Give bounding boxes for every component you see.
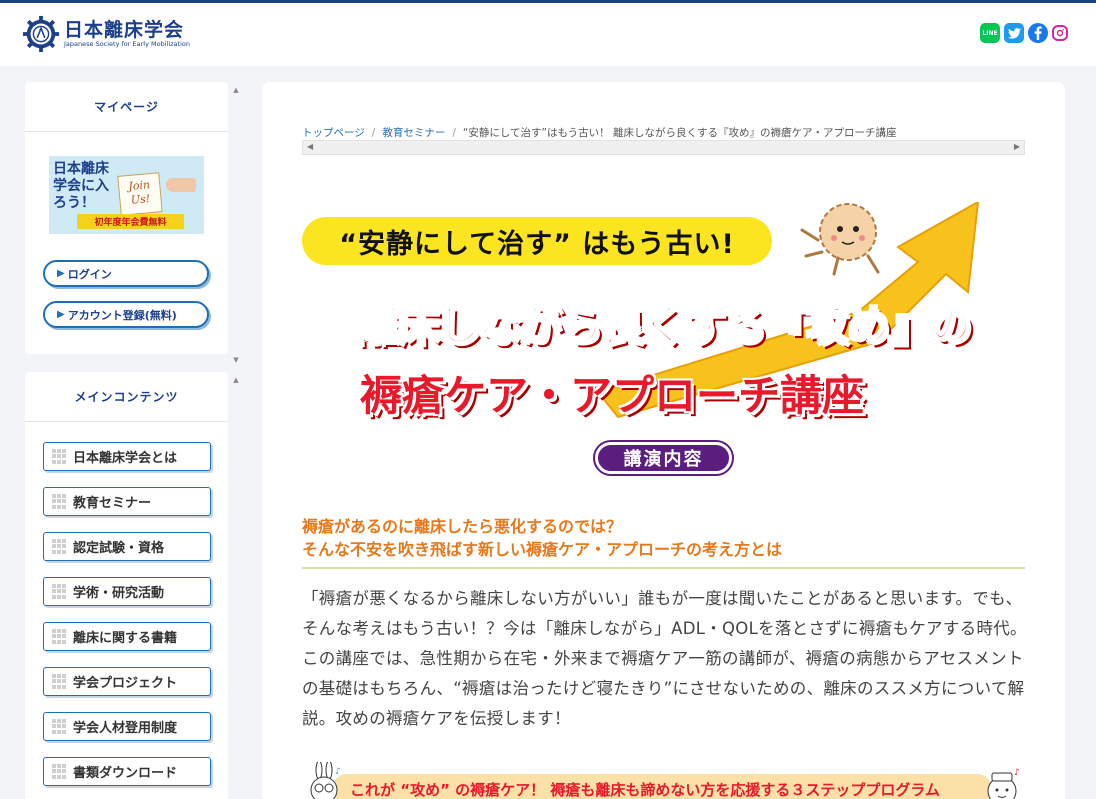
grid-icon — [52, 584, 67, 599]
nav-label: 日本離床学会とは — [73, 451, 178, 466]
grid-icon — [52, 629, 67, 644]
nurse-mascot-icon: ♪ — [987, 768, 1020, 799]
scroll-up-icon[interactable]: ▲ — [230, 376, 242, 384]
grid-icon — [52, 674, 67, 689]
nav-label: 学会人材登用制度 — [73, 721, 178, 736]
join-us-note: Join Us! — [117, 172, 163, 216]
hero-banner: “安静にして治す” はもう古い! 離床しながら良くする『攻め』の 褥瘡ケア・アプ… — [298, 202, 1028, 427]
social-links: LINE — [980, 23, 1068, 43]
nav-recruitment[interactable]: 学会人材登用制度 — [43, 712, 211, 741]
logo-title: 日本離床学会 — [64, 18, 185, 41]
nav-research[interactable]: 学術・研究活動 — [43, 577, 211, 606]
gear-logo-icon — [22, 15, 60, 53]
nav-books[interactable]: 離床に関する書籍 — [43, 622, 211, 651]
scroll-up-icon[interactable]: ▲ — [230, 86, 242, 94]
nav-label: 学会プロジェクト — [73, 676, 178, 691]
register-button[interactable]: ▶ アカウント登録(無料) — [43, 301, 209, 328]
play-triangle-icon: ▶ — [57, 268, 65, 279]
main-contents-title: メインコンテンツ — [25, 372, 228, 422]
lecture-description: 「褥瘡が悪くなるから離床しない方がいい」誰もが一度は聞いたことがあると思います。… — [302, 589, 1027, 728]
site-header: 日本離床学会 Japanese Society for Early Mobili… — [0, 3, 1096, 66]
program-banner[interactable]: ♪ これが “攻め” の褥瘡ケア！ 褥瘡も離床も諦めない方を応援する３ステッププ… — [302, 762, 1022, 799]
scroll-down-icon[interactable]: ▼ — [230, 356, 242, 364]
breadcrumb-separator: / — [371, 127, 376, 139]
svg-text:♪: ♪ — [1014, 768, 1020, 778]
mypage-card: マイページ 日本離床学会に入ろう！ Join Us! 初年度年会費無料 ▶ ログ… — [25, 82, 228, 354]
nav-projects[interactable]: 学会プロジェクト — [43, 667, 211, 696]
horizontal-scrollbar[interactable]: ◀ ▶ — [302, 140, 1025, 155]
instagram-icon[interactable] — [1052, 25, 1068, 41]
nav-label: 教育セミナー — [73, 496, 152, 511]
nav-seminar[interactable]: 教育セミナー — [43, 487, 211, 516]
login-button[interactable]: ▶ ログイン — [43, 260, 209, 287]
grid-icon — [52, 764, 67, 779]
breadcrumb-separator: / — [452, 127, 456, 139]
grid-icon — [52, 494, 67, 509]
breadcrumb-current: “安静にして治す”はもう古い！ 離床しながら良くする『攻め』の褥瘡ケア・アプロー… — [462, 127, 897, 139]
hero-title-line2: 褥瘡ケア・アプローチ講座 — [360, 371, 865, 420]
program-banner-text: これが “攻め” の褥瘡ケア！ 褥瘡も離床も諦めない方を応援する３ステッププログ… — [350, 781, 940, 799]
pointing-hand-icon — [166, 178, 196, 192]
nav-downloads[interactable]: 書類ダウンロード — [43, 757, 211, 786]
section-subheading: 褥瘡があるのに離床したら悪化するのでは？ そんな不安を吹き飛ばす新しい褥瘡ケア・… — [302, 515, 1025, 569]
article-card: トップページ / 教育セミナー / “安静にして治す”はもう古い！ 離床しながら良くする… — [262, 82, 1065, 799]
grid-icon — [52, 539, 67, 554]
play-triangle-icon: ▶ — [57, 309, 65, 320]
scroll-right-icon[interactable]: ▶ — [1014, 142, 1020, 151]
nav-label: 書類ダウンロード — [73, 766, 178, 781]
register-label: アカウント登録(無料) — [67, 308, 177, 322]
join-banner-text: 日本離床学会に入ろう！ — [53, 161, 109, 211]
rabbit-mascot-icon: ♪ — [310, 762, 341, 799]
join-banner[interactable]: 日本離床学会に入ろう！ Join Us! 初年度年会費無料 — [49, 156, 204, 234]
facebook-icon[interactable] — [1028, 23, 1048, 43]
nav-label: 離床に関する書籍 — [73, 631, 178, 646]
breadcrumb: トップページ / 教育セミナー / “安静にして治す”はもう古い！ 離床しながら良くする… — [302, 125, 896, 140]
login-label: ログイン — [67, 267, 112, 281]
hero-tagline: “安静にして治す” はもう古い! — [302, 217, 772, 265]
lecture-content-badge: 講演内容 — [593, 440, 734, 476]
twitter-icon[interactable] — [1004, 23, 1024, 43]
mypage-title: マイページ — [25, 82, 228, 132]
hero-title-line1: 離床しながら良くする『攻め』の — [354, 300, 972, 351]
breadcrumb-seminar[interactable]: 教育セミナー — [382, 127, 445, 139]
scroll-left-icon[interactable]: ◀ — [307, 142, 313, 151]
subheading-line2: そんな不安を吹き飛ばす新しい褥瘡ケア・アプローチの考え方とは — [302, 540, 783, 559]
nav-label: 学術・研究活動 — [73, 586, 165, 601]
main-contents-card: メインコンテンツ 日本離床学会とは 教育セミナー 認定試験・資格 学術・研究活動… — [25, 372, 228, 799]
nav-certification[interactable]: 認定試験・資格 — [43, 532, 211, 561]
grid-icon — [52, 719, 67, 734]
nav-label: 認定試験・資格 — [73, 541, 165, 556]
svg-text:♪: ♪ — [335, 767, 341, 777]
grid-icon — [52, 449, 67, 464]
breadcrumb-home[interactable]: トップページ — [302, 127, 365, 139]
logo-subtitle: Japanese Society for Early Mobilization — [64, 39, 190, 48]
nav-about[interactable]: 日本離床学会とは — [43, 442, 211, 471]
join-banner-bar: 初年度年会費無料 — [77, 214, 184, 229]
site-logo[interactable]: 日本離床学会 Japanese Society for Early Mobili… — [22, 15, 190, 53]
subheading-line1: 褥瘡があるのに離床したら悪化するのでは？ — [302, 517, 623, 536]
line-icon[interactable]: LINE — [980, 23, 1000, 43]
